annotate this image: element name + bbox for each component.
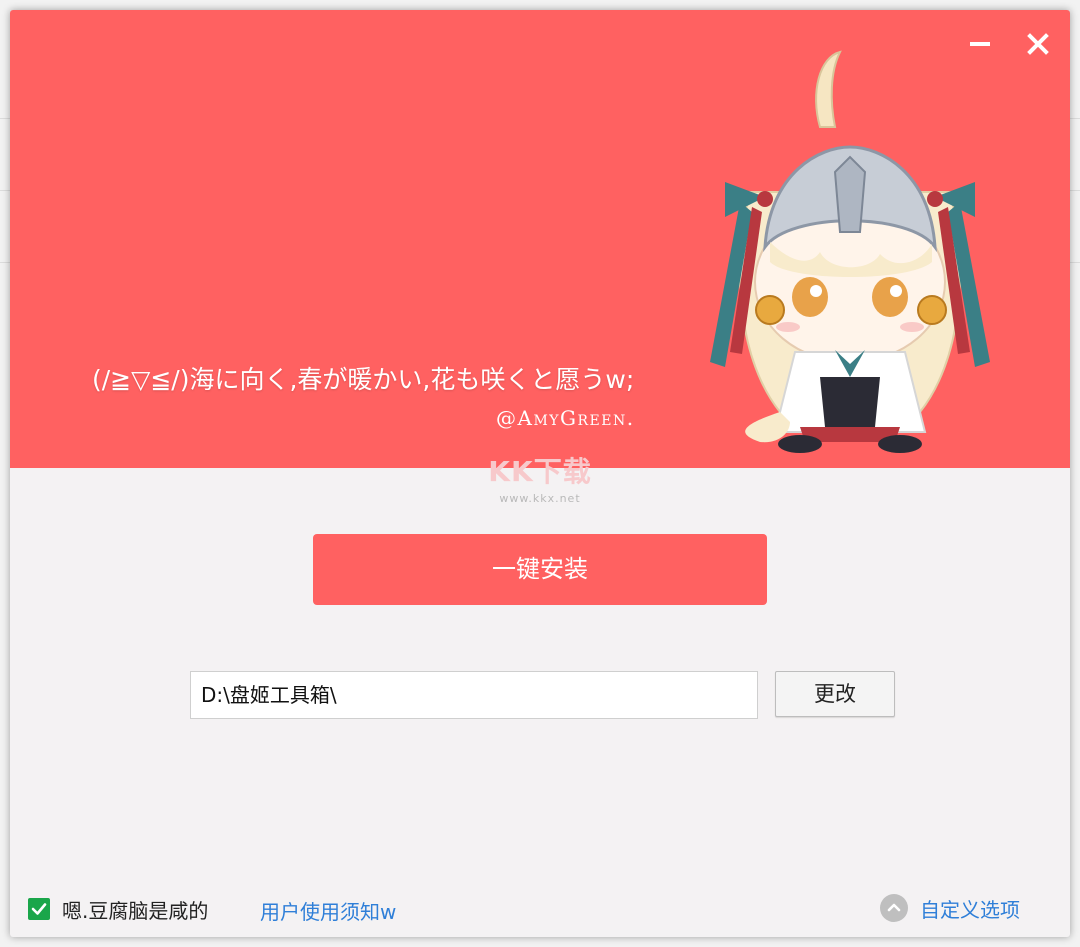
site-watermark: KK下载 www.kkx.net [480,450,600,505]
custom-options-toggle[interactable]: 自定义选项 [880,892,1020,924]
chevron-up-icon [880,894,908,922]
agree-checkbox[interactable] [28,898,50,920]
user-terms-link[interactable]: 用户使用须知w [260,896,396,925]
one-click-install-button[interactable]: 一键安装 [313,534,767,605]
install-path-input[interactable]: D:\盘姬工具箱\ [190,671,758,719]
watermark-logo: KK下载 [488,455,592,488]
banner-signature: @AmyGreen. [496,406,635,430]
mascot-illustration [710,50,990,453]
custom-options-label: 自定义选项 [920,897,1020,922]
agree-label: 嗯.豆腐脑是咸的 [62,898,209,923]
watermark-url: www.kkx.net [499,492,581,505]
agree-checkbox-row[interactable]: 嗯.豆腐脑是咸的 [28,894,208,924]
change-path-button[interactable]: 更改 [775,671,895,717]
banner: (/≧▽≦/)海に向く,春が暖かい,花も咲くと愿うw; @AmyGreen. [10,10,1070,468]
checkmark-icon [31,903,47,915]
installer-window: (/≧▽≦/)海に向く,春が暖かい,花も咲くと愿うw; @AmyGreen. K… [10,10,1070,937]
banner-quote: (/≧▽≦/)海に向く,春が暖かい,花も咲くと愿うw; [92,365,635,394]
